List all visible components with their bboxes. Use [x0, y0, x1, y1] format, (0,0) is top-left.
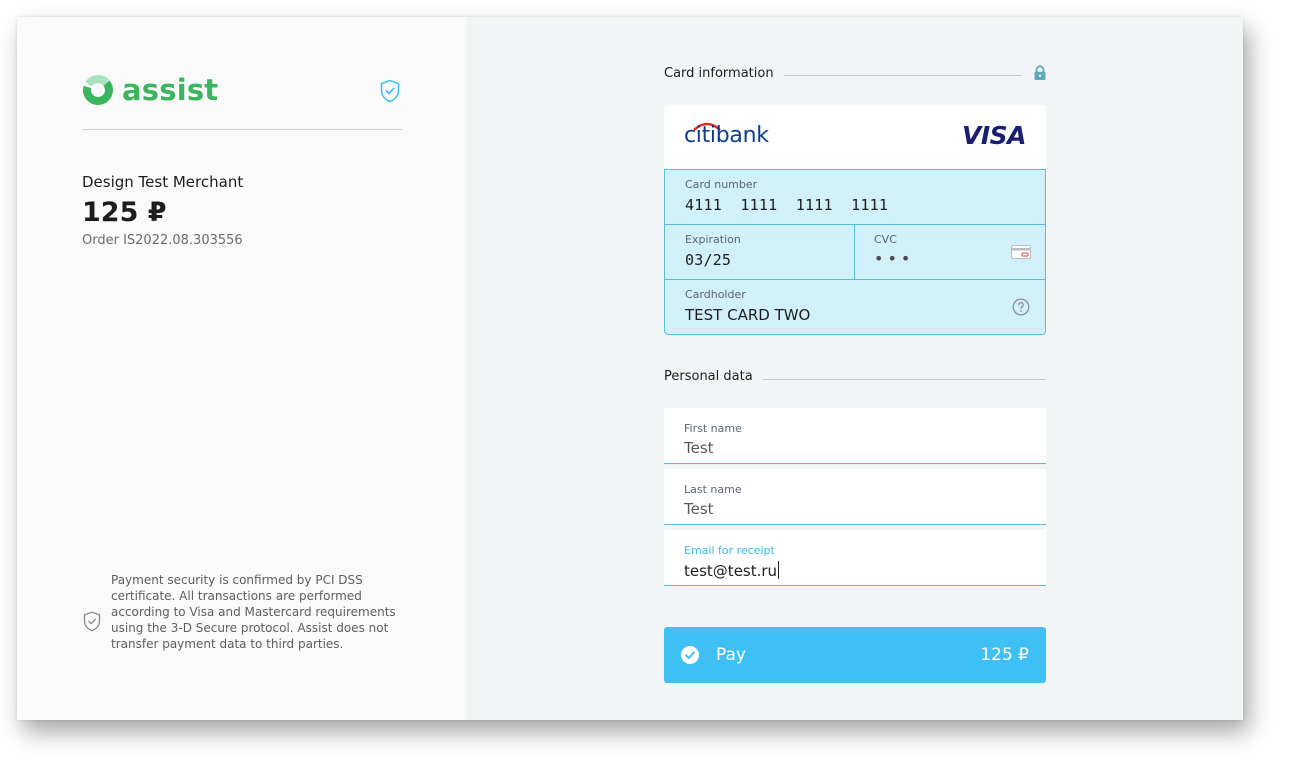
- email-input-value: test@test.ru: [684, 561, 780, 580]
- email-label: Email for receipt: [684, 544, 775, 557]
- order-amount: 125 ₽: [82, 197, 167, 228]
- first-name-value: Test: [684, 439, 714, 457]
- cardholder-label: Cardholder: [685, 288, 746, 301]
- pay-button-label: Pay: [716, 645, 746, 665]
- bank-logo: citibank: [684, 123, 769, 148]
- first-name-label: First name: [684, 422, 742, 435]
- first-name-field[interactable]: First name Test: [664, 408, 1046, 464]
- personal-section-title: Personal data: [664, 369, 763, 384]
- card-brand-logo: VISA: [961, 121, 1027, 150]
- card-number-field[interactable]: Card number 4111 1111 1111 1111: [665, 170, 1045, 224]
- merchant-name: Design Test Merchant: [82, 173, 244, 191]
- last-name-value: Test: [684, 500, 714, 518]
- lock-icon: [1034, 65, 1046, 80]
- card-fields: Card number 4111 1111 1111 1111 Expirati…: [664, 169, 1046, 335]
- card-back-icon: [1011, 245, 1031, 259]
- last-name-field[interactable]: Last name Test: [664, 469, 1046, 525]
- assist-logo-mark-icon: [83, 75, 113, 105]
- check-circle-icon: [681, 646, 699, 664]
- card-number-label: Card number: [685, 178, 758, 191]
- card-number-value: 4111 1111 1111 1111: [685, 196, 889, 214]
- payment-window: assist Design Test Merchant 125 ₽ Order …: [17, 17, 1243, 720]
- security-note: Payment security is confirmed by PCI DSS…: [111, 573, 396, 651]
- merchant-panel: assist Design Test Merchant 125 ₽ Order …: [17, 17, 466, 720]
- assist-logo: assist: [82, 73, 218, 107]
- cvc-value: •••: [874, 249, 915, 268]
- shield-check-icon: [380, 79, 400, 103]
- cardholder-field[interactable]: Cardholder TEST CARD TWO: [665, 280, 1045, 334]
- order-number: Order IS2022.08.303556: [82, 233, 243, 248]
- email-field[interactable]: Email for receipt test@test.ru: [664, 530, 1046, 586]
- email-value: test@test.ru: [684, 562, 778, 580]
- expiration-field[interactable]: Expiration 03/25: [665, 225, 854, 279]
- pay-button-amount: 125 ₽: [980, 645, 1029, 665]
- shield-outline-icon: [83, 611, 101, 632]
- card-header: citibank VISA: [664, 105, 1046, 169]
- help-icon[interactable]: [1012, 298, 1030, 316]
- divider: [82, 129, 402, 130]
- cardholder-value: TEST CARD TWO: [685, 306, 811, 324]
- expiration-label: Expiration: [685, 233, 741, 246]
- text-caret: [778, 561, 780, 579]
- cvc-label: CVC: [874, 233, 897, 246]
- card-form: citibank VISA Card number 4111 1111 1111…: [664, 105, 1046, 335]
- expiration-value: 03/25: [685, 251, 732, 269]
- last-name-label: Last name: [684, 483, 742, 496]
- pay-button[interactable]: Pay 125 ₽: [664, 627, 1046, 683]
- logo-text: assist: [122, 72, 219, 107]
- card-section-title: Card information: [664, 66, 784, 81]
